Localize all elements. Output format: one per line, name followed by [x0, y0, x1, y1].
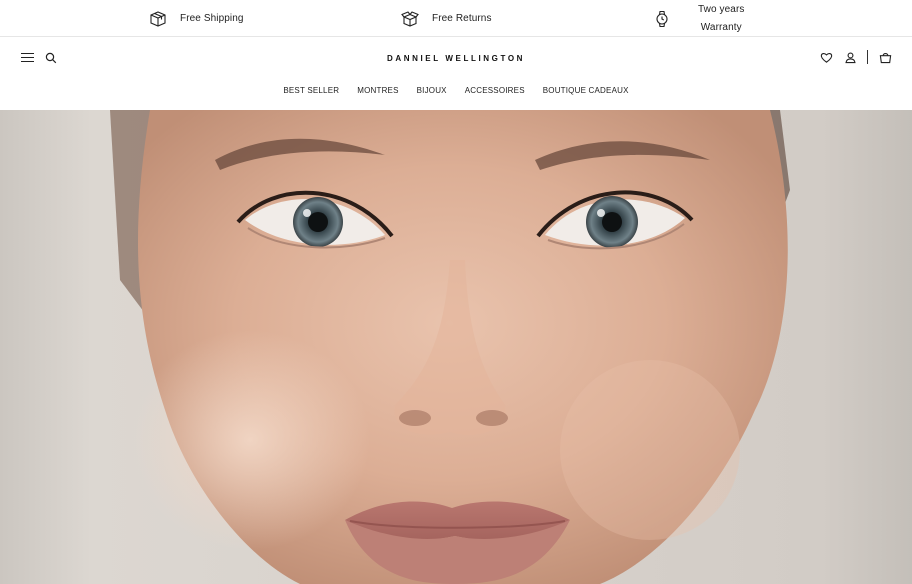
usp-warranty-line2: Warranty	[700, 21, 742, 33]
usp-free-shipping: Free Shipping	[148, 0, 244, 37]
nav-item-bijoux[interactable]: BIJOUX	[417, 86, 447, 95]
nav-item-best-seller[interactable]: BEST SELLER	[283, 86, 339, 95]
header-divider	[867, 50, 868, 64]
usp-bar: Free Shipping Free Returns Two years War…	[0, 0, 912, 37]
usp-warranty: Two years Warranty	[652, 0, 744, 37]
heart-icon[interactable]	[819, 50, 833, 64]
usp-warranty-label: Two years Warranty	[698, 1, 744, 37]
usp-free-returns: Free Returns	[400, 0, 492, 37]
site-header: DANNIEL WELLINGTON BEST SELLER MONTRES B…	[0, 37, 912, 110]
usp-returns-label: Free Returns	[432, 13, 492, 24]
brand-logo[interactable]: DANNIEL WELLINGTON	[0, 54, 912, 63]
nav-item-accessoires[interactable]: ACCESSOIRES	[465, 86, 525, 95]
nav-item-montres[interactable]: MONTRES	[357, 86, 398, 95]
nav-item-boutique-cadeaux[interactable]: BOUTIQUE CADEAUX	[543, 86, 629, 95]
header-actions	[819, 50, 892, 64]
package-icon	[148, 9, 168, 29]
hero-banner[interactable]	[0, 110, 912, 584]
main-navigation: BEST SELLER MONTRES BIJOUX ACCESSOIRES B…	[0, 86, 912, 95]
returns-box-icon	[400, 9, 420, 29]
hero-portrait-image	[0, 110, 912, 584]
watch-icon	[652, 9, 672, 29]
usp-shipping-label: Free Shipping	[180, 13, 244, 24]
shopping-bag-icon[interactable]	[878, 50, 892, 64]
user-icon[interactable]	[843, 50, 857, 64]
usp-warranty-line1: Two years	[698, 3, 745, 15]
